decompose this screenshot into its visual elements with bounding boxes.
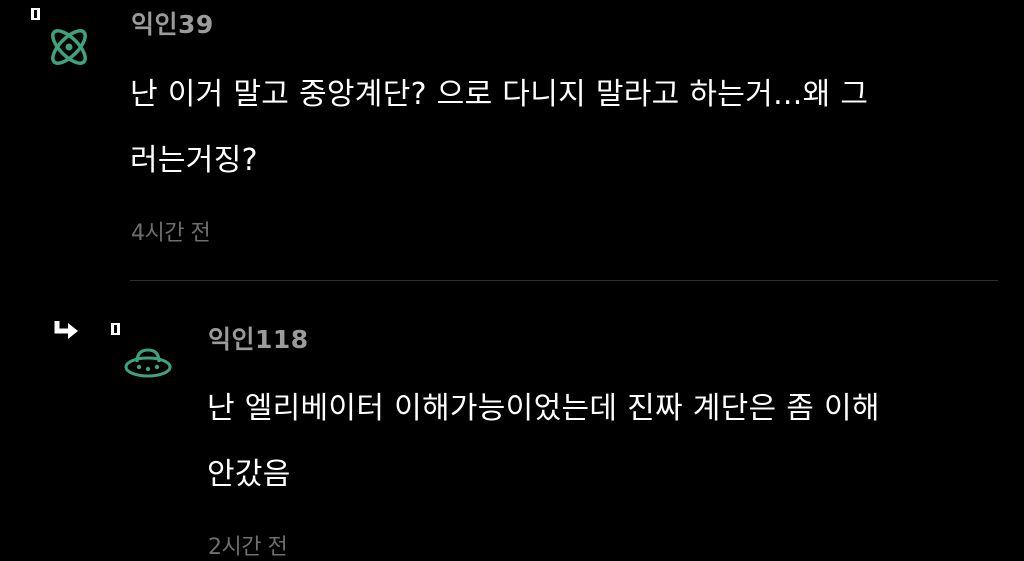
comment-text-line: 난 이거 말고 중앙계단? 으로 다니지 말라고 하는거...왜 그 bbox=[130, 77, 869, 112]
comment-text-line: 난 엘리베이터 이해가능이었는데 진짜 계단은 좀 이해 bbox=[207, 391, 880, 426]
ufo-icon[interactable] bbox=[123, 345, 173, 381]
comment-text-line: 러는거징? bbox=[130, 143, 258, 178]
comment-username[interactable]: 익인39 bbox=[131, 5, 214, 41]
comment-timestamp: 4시간 전 bbox=[131, 221, 211, 246]
badge-marker-icon bbox=[31, 8, 40, 20]
reply-arrow-icon bbox=[54, 320, 80, 342]
comment-username[interactable]: 익인118 bbox=[208, 320, 309, 356]
comment-divider bbox=[130, 280, 998, 281]
comment-text-line: 안갔음 bbox=[207, 457, 291, 492]
atom-icon[interactable] bbox=[44, 22, 94, 72]
badge-marker-icon bbox=[111, 323, 120, 335]
comment-timestamp: 2시간 전 bbox=[208, 535, 288, 560]
